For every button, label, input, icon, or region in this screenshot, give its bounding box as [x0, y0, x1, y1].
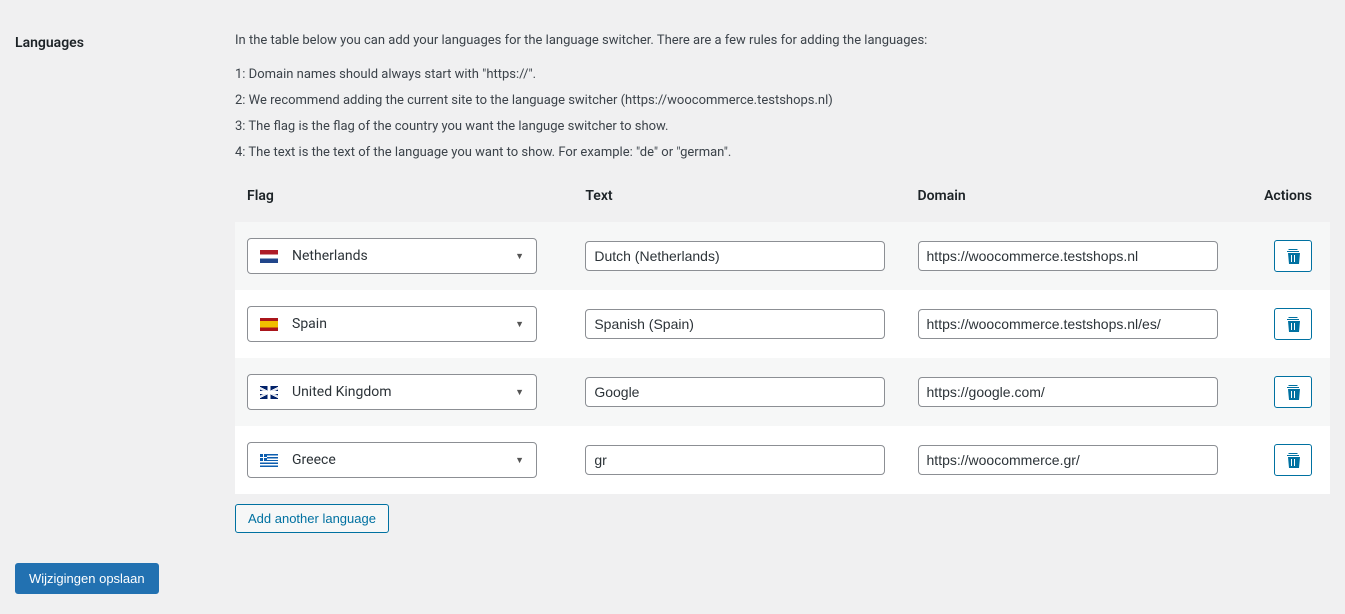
chevron-down-icon: ▼	[515, 251, 524, 262]
add-language-button[interactable]: Add another language	[235, 504, 389, 533]
domain-input[interactable]	[918, 445, 1218, 475]
trash-icon	[1286, 248, 1300, 264]
flag-select[interactable]: Spain ▼	[247, 306, 537, 342]
flag-select[interactable]: Greece ▼	[247, 442, 537, 478]
domain-input[interactable]	[918, 309, 1218, 339]
desc-rule-3: 3: The flag is the flag of the country y…	[235, 116, 1330, 138]
flag-select[interactable]: Netherlands ▼	[247, 238, 537, 274]
text-input[interactable]	[585, 309, 885, 339]
trash-icon	[1286, 384, 1300, 400]
section-description: In the table below you can add your lang…	[235, 30, 1330, 164]
delete-row-button[interactable]	[1274, 376, 1312, 408]
col-header-actions: Actions	[1238, 180, 1330, 222]
flag-icon	[260, 454, 278, 467]
flag-label: United Kingdom	[292, 384, 392, 400]
trash-icon	[1286, 316, 1300, 332]
flag-icon	[260, 250, 278, 263]
delete-row-button[interactable]	[1274, 240, 1312, 272]
table-row: Netherlands ▼	[235, 222, 1330, 290]
save-changes-button[interactable]: Wijzigingen opslaan	[15, 563, 159, 594]
chevron-down-icon: ▼	[515, 455, 524, 466]
text-input[interactable]	[585, 241, 885, 271]
trash-icon	[1286, 452, 1300, 468]
table-row: Greece ▼	[235, 426, 1330, 494]
col-header-text: Text	[573, 180, 905, 222]
desc-rule-4: 4: The text is the text of the language …	[235, 142, 1330, 164]
desc-rule-1: 1: Domain names should always start with…	[235, 64, 1330, 86]
table-row: Spain ▼	[235, 290, 1330, 358]
flag-select[interactable]: United Kingdom ▼	[247, 374, 537, 410]
flag-icon	[260, 386, 278, 399]
flag-label: Netherlands	[292, 248, 368, 264]
chevron-down-icon: ▼	[515, 387, 524, 398]
flag-label: Spain	[292, 316, 327, 332]
text-input[interactable]	[585, 445, 885, 475]
flag-icon	[260, 318, 278, 331]
flag-label: Greece	[292, 452, 336, 468]
section-heading: Languages	[15, 35, 235, 51]
chevron-down-icon: ▼	[515, 319, 524, 330]
domain-input[interactable]	[918, 377, 1218, 407]
col-header-flag: Flag	[235, 180, 573, 222]
col-header-domain: Domain	[906, 180, 1238, 222]
languages-table: Flag Text Domain Actions Netherlands ▼	[235, 180, 1330, 494]
desc-intro: In the table below you can add your lang…	[235, 30, 1330, 52]
desc-rule-2: 2: We recommend adding the current site …	[235, 90, 1330, 112]
domain-input[interactable]	[918, 241, 1218, 271]
table-row: United Kingdom ▼	[235, 358, 1330, 426]
delete-row-button[interactable]	[1274, 444, 1312, 476]
text-input[interactable]	[585, 377, 885, 407]
delete-row-button[interactable]	[1274, 308, 1312, 340]
